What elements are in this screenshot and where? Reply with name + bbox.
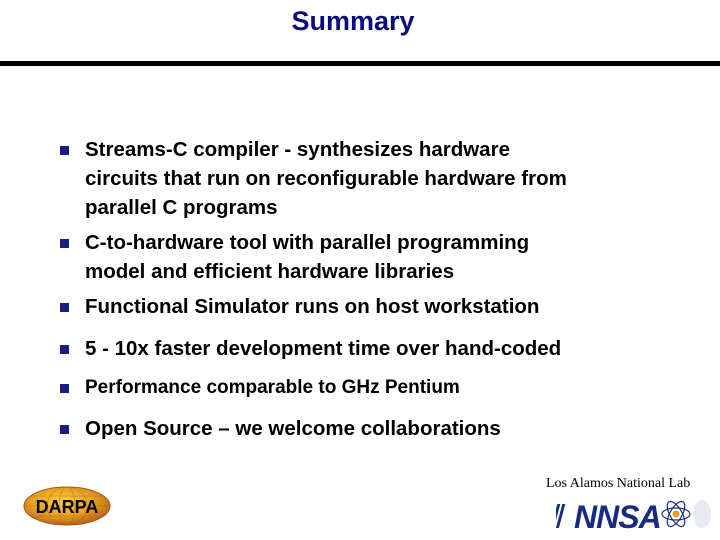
bullet-text: Streams-C compiler - synthesizes hardwar… bbox=[85, 138, 567, 219]
square-bullet-icon bbox=[60, 384, 69, 393]
seal-icon bbox=[693, 500, 711, 528]
nnsa-logo: NNSA bbox=[556, 499, 711, 532]
bullet-text: 5 - 10x faster development time over han… bbox=[85, 337, 562, 360]
bullet-text: Performance comparable to GHz Pentium bbox=[85, 377, 460, 398]
square-bullet-icon bbox=[60, 425, 69, 434]
bullet-text: Open Source – we welcome collaborations bbox=[85, 417, 501, 440]
darpa-label: DARPA bbox=[36, 497, 99, 517]
square-bullet-icon bbox=[60, 345, 69, 354]
square-bullet-icon bbox=[60, 239, 69, 248]
lab-name: Los Alamos National Lab bbox=[546, 476, 691, 491]
title-divider bbox=[0, 61, 720, 66]
square-bullet-icon bbox=[60, 303, 69, 312]
bullet-text: Functional Simulator runs on host workst… bbox=[85, 295, 540, 318]
bullet-text: C-to-hardware tool with parallel program… bbox=[85, 231, 530, 283]
nnsa-label: NNSA bbox=[574, 499, 661, 532]
darpa-logo: DARPA bbox=[23, 486, 111, 526]
square-bullet-icon bbox=[60, 146, 69, 155]
slide-title: Summary bbox=[291, 6, 415, 36]
